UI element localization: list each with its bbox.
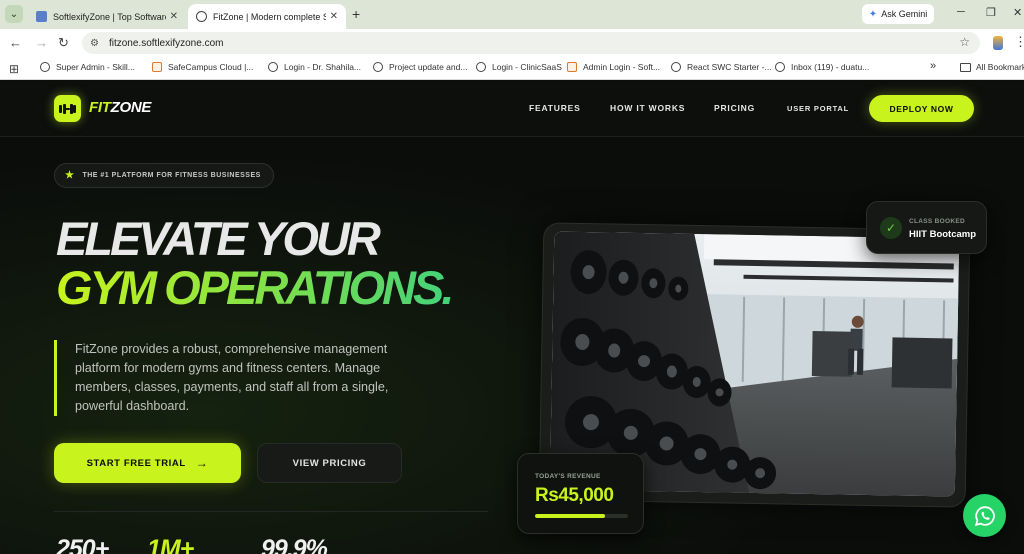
bookmark-item[interactable]: Inbox (119) - duatu... [775,62,869,72]
tab-title: SoftlexifyZone | Top Software D [53,11,166,22]
start-free-trial-button[interactable]: START FREE TRIAL → [54,443,241,483]
bookmark-label: Login - ClinicSaaS [492,62,562,72]
revenue-card: TODAY'S REVENUE Rs45,000 [517,453,644,534]
extension-icon[interactable] [993,36,1003,50]
revenue-value: Rs45,000 [535,485,614,506]
bookmark-favicon-icon [567,62,577,72]
revenue-progress-fill [535,514,605,518]
class-booked-card: ✓ CLASS BOOKED HIIT Bootcamp [866,201,987,254]
bookmark-item[interactable]: Login - Dr. Shahila... [268,62,361,72]
bookmarks-bar: Super Admin - Skill... SafeCampus Cloud … [0,57,1024,80]
nav-user-portal[interactable]: USER PORTAL [787,104,849,113]
logo-fit: FIT [89,99,111,116]
bookmark-item[interactable]: Super Admin - Skill... [40,62,135,72]
stat-value: 99.9% [261,535,328,554]
bookmark-label: SafeCampus Cloud |... [168,62,254,72]
browser-tab-softlexifyzone[interactable]: SoftlexifyZone | Top Software D ✕ [28,4,186,29]
badge-label: THE #1 PLATFORM FOR FITNESS BUSINESSES [82,172,261,179]
fitzone-page: FITZONE FEATURES HOW IT WORKS PRICING US… [0,81,1024,554]
view-pricing-button[interactable]: VIEW PRICING [257,443,402,483]
nav-how-it-works[interactable]: HOW IT WORKS [610,103,685,113]
stats-divider [54,511,488,512]
ask-gemini-button[interactable]: ✦ Ask Gemini [862,4,934,24]
address-toolbar: ← → ↻ ⚙ fitzone.softlexifyzone.com ☆ [0,29,1024,57]
headline-line-1: ELEVATE YOUR [56,212,381,265]
browser-tab-fitzone[interactable]: FitZone | Modern complete Saa ✕ [188,4,346,29]
tab-title: FitZone | Modern complete Saa [213,11,326,22]
stat-value: 250+ [56,535,109,554]
reload-icon[interactable]: ↻ [58,35,69,51]
restore-icon[interactable]: ❐ [986,6,996,19]
tab-search-icon[interactable]: ⌄ [5,5,23,23]
dumbbell-logo-icon[interactable] [54,95,81,122]
folder-icon [960,62,971,72]
bookmark-label: Inbox (119) - duatu... [791,62,870,72]
bookmark-item[interactable]: Login - ClinicSaaS [476,62,562,72]
stat-value: 1M+ [147,535,194,554]
close-window-icon[interactable]: ✕ [1013,6,1022,19]
bookmark-item[interactable]: SafeCampus Cloud |... [152,62,253,72]
nav-pricing[interactable]: PRICING [714,103,755,113]
brand-logo-text[interactable]: FITZONE [89,99,151,116]
gemini-spark-icon: ✦ [868,8,878,20]
bookmark-label: React SWC Starter -... [687,62,772,72]
bookmark-item[interactable]: Admin Login - Soft... [567,62,660,72]
bookmark-star-icon[interactable]: ☆ [959,35,970,49]
site-info-icon[interactable]: ⚙ [90,38,99,49]
minimize-icon[interactable]: ─ [957,6,965,18]
globe-icon [40,62,50,72]
browser-tab-strip: ⌄ SoftlexifyZone | Top Software D ✕ FitZ… [0,0,1024,29]
site-header: FITZONE FEATURES HOW IT WORKS PRICING US… [0,81,1024,137]
forward-arrow-icon[interactable]: → [35,35,48,50]
class-booked-label: CLASS BOOKED [909,218,965,225]
bookmark-favicon-icon [152,62,162,72]
bookmark-label: Super Admin - Skill... [56,62,135,72]
globe-icon [373,62,383,72]
back-arrow-icon[interactable]: ← [9,35,22,50]
globe-icon [671,62,681,72]
platform-badge: ★ THE #1 PLATFORM FOR FITNESS BUSINESSES [54,163,274,188]
arrow-right-icon: → [195,456,209,470]
globe-icon [476,62,486,72]
checkmark-icon: ✓ [880,217,902,239]
address-bar[interactable]: ⚙ fitzone.softlexifyzone.com ☆ [82,32,980,54]
revenue-progress-bar [535,514,628,518]
headline-line-2: GYM OPERATIONS. [56,261,454,314]
more-bookmarks-button[interactable]: » [930,60,936,72]
logo-zone: ZONE [110,99,152,116]
nav-features[interactable]: FEATURES [529,103,581,113]
bookmark-label: Login - Dr. Shahila... [284,62,362,72]
bookmark-item[interactable]: Project update and... [373,62,467,72]
url-text: fitzone.softlexifyzone.com [108,37,224,49]
globe-icon [775,62,785,72]
close-tab-icon[interactable]: ✕ [170,11,178,22]
revenue-label: TODAY'S REVENUE [535,473,601,480]
bookmark-label: All Bookmarks [976,62,1024,72]
apps-grid-icon[interactable]: ⊞ [9,62,19,76]
site-favicon-icon [36,11,47,22]
whatsapp-icon [974,505,995,526]
close-tab-icon[interactable]: ✕ [330,11,338,22]
globe-favicon-icon [196,11,207,22]
bookmark-item[interactable]: React SWC Starter -... [671,62,772,72]
browser-menu-icon[interactable]: ⋮ [1014,34,1024,50]
all-bookmarks-folder[interactable]: All Bookmarks [960,62,1024,72]
ask-gemini-label: Ask Gemini [881,9,928,19]
new-tab-icon[interactable]: + [352,6,360,22]
whatsapp-chat-button[interactable] [963,494,1006,537]
class-booked-value: HIIT Bootcamp [909,229,977,240]
hero-description: FitZone provides a robust, comprehensive… [54,340,414,416]
star-icon: ★ [65,170,75,181]
globe-icon [268,62,278,72]
bookmark-label: Project update and... [389,62,468,72]
bookmark-label: Admin Login - Soft... [583,62,661,72]
deploy-now-button[interactable]: DEPLOY NOW [869,95,974,122]
start-free-trial-label: START FREE TRIAL [86,457,186,469]
